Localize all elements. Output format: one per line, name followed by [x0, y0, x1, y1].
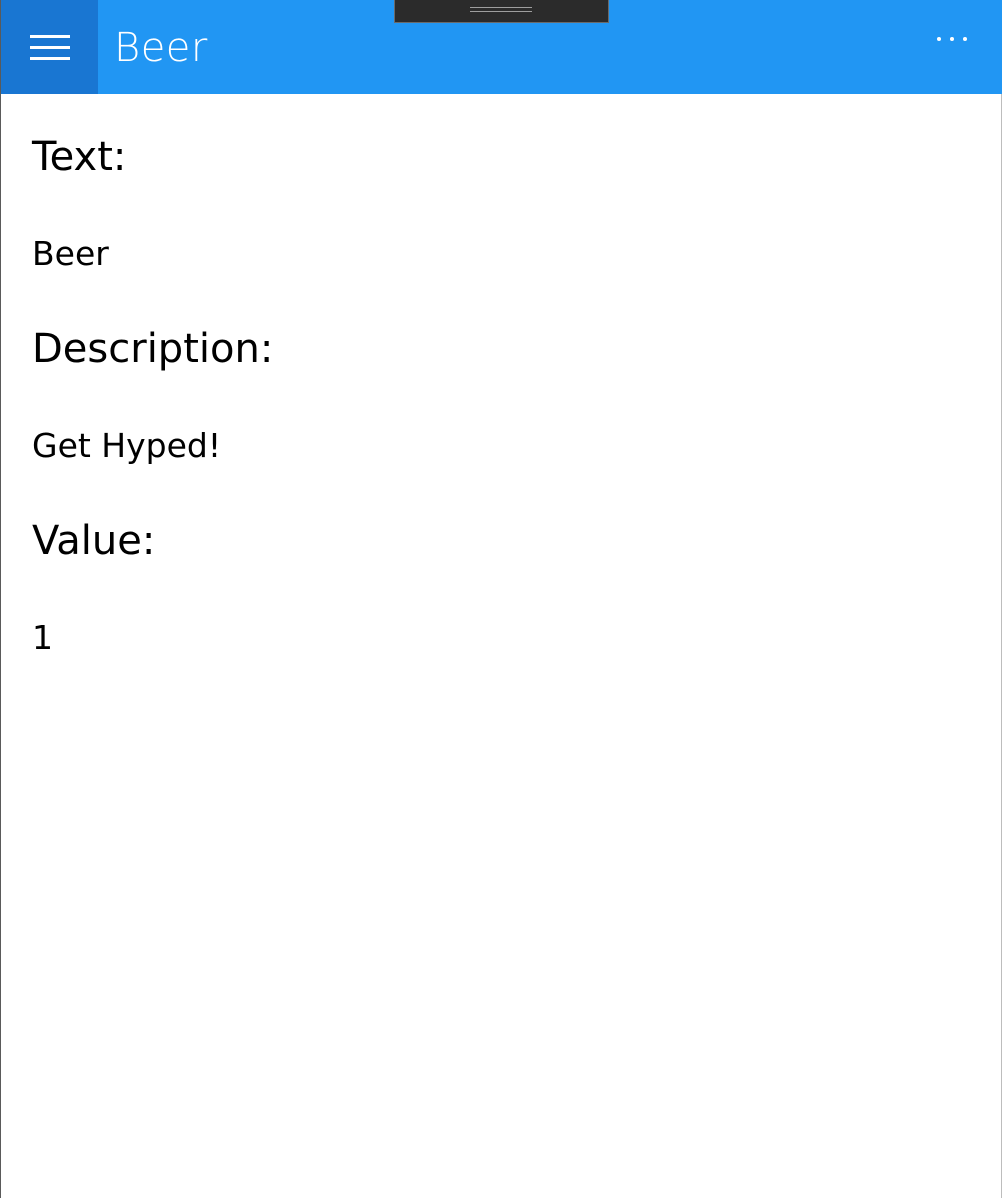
text-label: Text: [32, 134, 127, 180]
hamburger-menu-button[interactable] [1, 0, 98, 94]
text-value: Beer [32, 234, 109, 273]
hamburger-bar [30, 57, 70, 60]
more-options-button[interactable] [932, 30, 972, 50]
hamburger-bar [30, 46, 70, 49]
more-dot [963, 37, 967, 41]
description-label: Description: [32, 326, 274, 372]
value-value: 1 [32, 618, 53, 657]
app-window: Beer Text: Beer Description: Get Hyped! … [0, 0, 1002, 1198]
more-dot [950, 37, 954, 41]
grip-line [470, 7, 532, 8]
value-label: Value: [32, 518, 156, 564]
hamburger-bar [30, 35, 70, 38]
more-dot [937, 37, 941, 41]
window-drag-handle[interactable] [394, 0, 609, 23]
page-title: Beer [114, 25, 208, 71]
description-value: Get Hyped! [32, 426, 222, 465]
grip-line [470, 11, 532, 12]
